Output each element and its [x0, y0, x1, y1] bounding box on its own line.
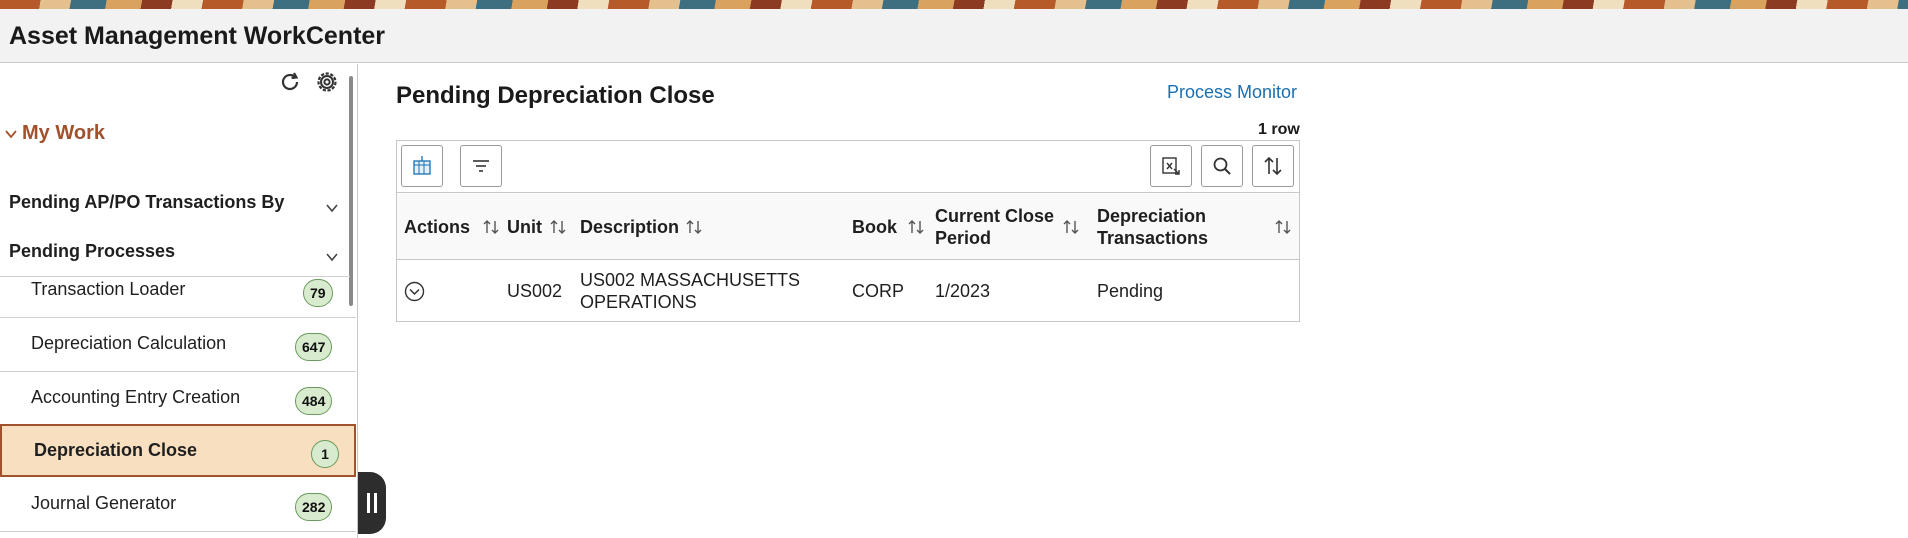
sidebar-item-label: Accounting Entry Creation: [31, 387, 241, 407]
header-banner: [0, 0, 1908, 9]
sort-arrows-icon: [908, 220, 924, 234]
sidebar-item-journal-generator[interactable]: Journal Generator 282: [0, 479, 356, 532]
sort-button[interactable]: [1252, 145, 1294, 187]
sidebar: My Work Pending AP/PO Transactions By Pe…: [0, 64, 358, 538]
chevron-down-icon: [326, 204, 338, 213]
app-header: Asset Management WorkCenter: [0, 9, 1908, 63]
cell-unit: US002: [507, 281, 563, 301]
column-header-current-close-period[interactable]: Current Close Period: [935, 194, 1080, 260]
count-badge: 79: [303, 279, 333, 307]
chevron-circle-down-icon[interactable]: [404, 281, 425, 302]
column-label: Current Close Period: [935, 206, 1055, 248]
cell-book: CORP: [852, 281, 905, 301]
count-badge: 484: [295, 387, 333, 415]
search-button[interactable]: [1201, 145, 1243, 187]
grid-personalize-icon: [413, 156, 431, 175]
column-label: Unit: [507, 217, 542, 237]
chevron-down-icon: [5, 129, 17, 138]
column-header-book[interactable]: Book: [852, 194, 930, 260]
filter-icon: [473, 160, 489, 172]
handle-grip-icon: [367, 493, 370, 513]
sidebar-item-accounting-entry-creation[interactable]: Accounting Entry Creation 484: [0, 373, 356, 426]
my-work-label: My Work: [22, 122, 105, 144]
count-badge: 282: [295, 493, 333, 521]
sort-arrows-icon: [686, 220, 702, 234]
sidebar-group-pending-ap-po[interactable]: Pending AP/PO Transactions By: [0, 178, 350, 228]
sort-arrows-icon: [1063, 220, 1079, 234]
sort-icon: [1264, 156, 1282, 176]
column-label: Book: [852, 217, 897, 237]
results-grid: Actions Unit Description Book Current Cl…: [396, 140, 1300, 322]
sort-arrows-icon: [1275, 220, 1291, 234]
app-title: Asset Management WorkCenter: [9, 22, 386, 50]
grid-toolbar: [397, 141, 1299, 193]
sidebar-item-depreciation-calculation[interactable]: Depreciation Calculation 647: [0, 319, 356, 372]
sort-arrows-icon: [483, 220, 499, 234]
sidebar-item-label: Transaction Loader: [31, 279, 186, 299]
sidebar-group-label: Pending Processes: [9, 241, 176, 261]
process-monitor-link[interactable]: Process Monitor: [1167, 82, 1297, 103]
gear-icon[interactable]: [314, 69, 340, 95]
column-label: Depreciation Transactions: [1097, 206, 1209, 248]
refresh-icon[interactable]: [277, 69, 303, 95]
filter-button[interactable]: [460, 145, 502, 187]
sidebar-item-transaction-loader[interactable]: Transaction Loader 79: [0, 265, 356, 318]
column-header-unit[interactable]: Unit: [507, 194, 572, 260]
personalize-grid-button[interactable]: [401, 145, 443, 187]
sidebar-collapse-handle[interactable]: [358, 472, 386, 534]
column-header-actions[interactable]: Actions: [404, 194, 499, 260]
count-badge: 1: [311, 440, 339, 468]
cell-period: 1/2023: [935, 281, 991, 301]
column-label: Actions: [404, 217, 471, 237]
sidebar-group-label: Pending AP/PO Transactions By: [9, 192, 285, 212]
cell-transactions: Pending: [1097, 281, 1164, 301]
export-button[interactable]: [1150, 145, 1192, 187]
sort-arrows-icon: [550, 220, 566, 234]
cell-description: US002 MASSACHUSETTS OPERATIONS: [580, 270, 801, 312]
page-title: Pending Depreciation Close: [396, 82, 715, 109]
sidebar-item-label: Journal Generator: [31, 493, 177, 513]
column-header-description[interactable]: Description: [580, 194, 850, 260]
export-icon: [1162, 157, 1180, 175]
count-badge: 647: [295, 333, 333, 361]
table-row: US002 US002 MASSACHUSETTS OPERATIONS COR…: [397, 261, 1299, 321]
chevron-down-icon: [326, 253, 338, 262]
row-count: 1 row: [1258, 121, 1300, 138]
column-header-depreciation-transactions[interactable]: Depreciation Transactions: [1097, 194, 1297, 260]
search-icon: [1213, 157, 1231, 175]
column-label: Description: [580, 217, 680, 237]
sidebar-item-label: Depreciation Calculation: [31, 333, 227, 353]
sidebar-item-label: Depreciation Close: [34, 440, 198, 460]
sidebar-item-depreciation-close[interactable]: Depreciation Close 1: [0, 424, 356, 477]
grid-header: Actions Unit Description Book Current Cl…: [397, 194, 1299, 260]
my-work-section-toggle[interactable]: My Work: [4, 122, 105, 145]
